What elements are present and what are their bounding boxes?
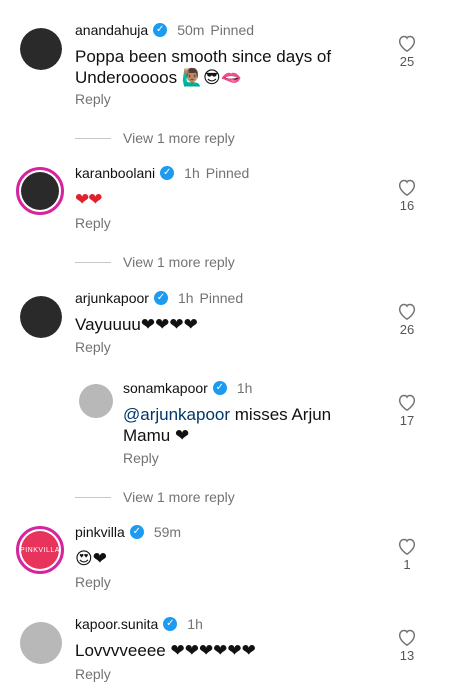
comment-text: Poppa been smooth since days of Underooo… <box>75 47 332 87</box>
reply-button[interactable]: Reply <box>75 339 111 355</box>
reply-button[interactable]: Reply <box>75 91 111 107</box>
username[interactable]: anandahuja <box>75 22 148 38</box>
avatar-logo-text: PINKVILLA <box>20 531 59 569</box>
like-control[interactable]: 26 <box>392 302 422 337</box>
heart-outline-icon[interactable] <box>397 178 417 196</box>
username[interactable]: pinkvilla <box>75 524 125 540</box>
like-control[interactable]: 13 <box>392 628 422 663</box>
timestamp: 1h <box>184 165 200 181</box>
username[interactable]: sonamkapoor <box>123 380 208 396</box>
timestamp: 59m <box>153 524 182 540</box>
comment-text: Lovvvveeee ❤❤❤❤❤❤ <box>75 640 375 661</box>
like-count: 17 <box>399 413 415 428</box>
like-count: 13 <box>399 648 415 663</box>
heart-outline-icon[interactable] <box>397 393 417 411</box>
divider-line <box>75 496 111 498</box>
reply-button[interactable]: Reply <box>75 215 111 231</box>
divider-line <box>75 261 111 263</box>
heart-outline-icon[interactable] <box>397 302 417 320</box>
reply-button[interactable]: Reply <box>75 666 111 682</box>
heart-outline-icon[interactable] <box>397 628 417 646</box>
timestamp: 50m <box>177 22 205 38</box>
timestamp: 1h <box>236 380 253 396</box>
like-count: 1 <box>403 557 411 572</box>
pinned-label: Pinned <box>199 290 244 306</box>
avatar[interactable] <box>20 296 62 338</box>
verified-badge-icon: ✓ <box>129 525 144 539</box>
comment-text: ❤❤ <box>75 190 103 209</box>
avatar[interactable] <box>20 622 62 664</box>
like-count: 25 <box>399 54 415 69</box>
username[interactable]: arjunkapoor <box>75 290 149 306</box>
like-control[interactable]: 25 <box>392 34 422 69</box>
avatar[interactable]: PINKVILLA <box>16 526 64 574</box>
reply-button[interactable]: Reply <box>75 574 111 590</box>
view-more-label[interactable]: View 1 more reply <box>123 130 235 146</box>
like-control[interactable]: 17 <box>392 393 422 428</box>
timestamp: 1h <box>187 616 203 632</box>
pinned-label: Pinned <box>205 165 250 181</box>
pinned-label: Pinned <box>210 22 255 38</box>
verified-badge-icon: ✓ <box>212 381 227 395</box>
view-more-replies[interactable]: View 1 more reply <box>75 489 235 505</box>
comment-text: 😍❤ <box>75 549 107 568</box>
divider-line <box>75 137 111 139</box>
avatar[interactable] <box>16 167 64 215</box>
view-more-label[interactable]: View 1 more reply <box>123 254 235 270</box>
timestamp: 1h <box>177 290 194 306</box>
verified-badge-icon: ✓ <box>160 166 175 180</box>
username[interactable]: karanboolani <box>75 165 155 181</box>
reply-button[interactable]: Reply <box>123 450 159 466</box>
verified-badge-icon: ✓ <box>153 23 168 37</box>
heart-outline-icon[interactable] <box>397 537 417 555</box>
comment-text: @arjunkapoor misses Arjun Mamu ❤ <box>123 404 383 446</box>
comment-text: Vayuuuu❤❤❤❤ <box>75 314 375 335</box>
heart-outline-icon[interactable] <box>397 34 417 52</box>
view-more-replies[interactable]: View 1 more reply <box>75 130 235 146</box>
avatar[interactable] <box>20 28 62 70</box>
like-control[interactable]: 16 <box>392 178 422 213</box>
like-control[interactable]: 1 <box>392 537 422 572</box>
mention-link[interactable]: @arjunkapoor <box>123 405 230 424</box>
comment-text-content: Lovvvveeee ❤❤❤❤❤❤ <box>75 641 256 660</box>
verified-badge-icon: ✓ <box>153 291 168 305</box>
avatar[interactable] <box>79 384 113 418</box>
like-count: 16 <box>399 198 415 213</box>
like-count: 26 <box>399 322 415 337</box>
username[interactable]: kapoor.sunita <box>75 616 158 632</box>
verified-badge-icon: ✓ <box>163 617 178 631</box>
comment-text-content: Vayuuuu❤❤❤❤ <box>75 315 198 334</box>
view-more-label[interactable]: View 1 more reply <box>123 489 235 505</box>
view-more-replies[interactable]: View 1 more reply <box>75 254 235 270</box>
